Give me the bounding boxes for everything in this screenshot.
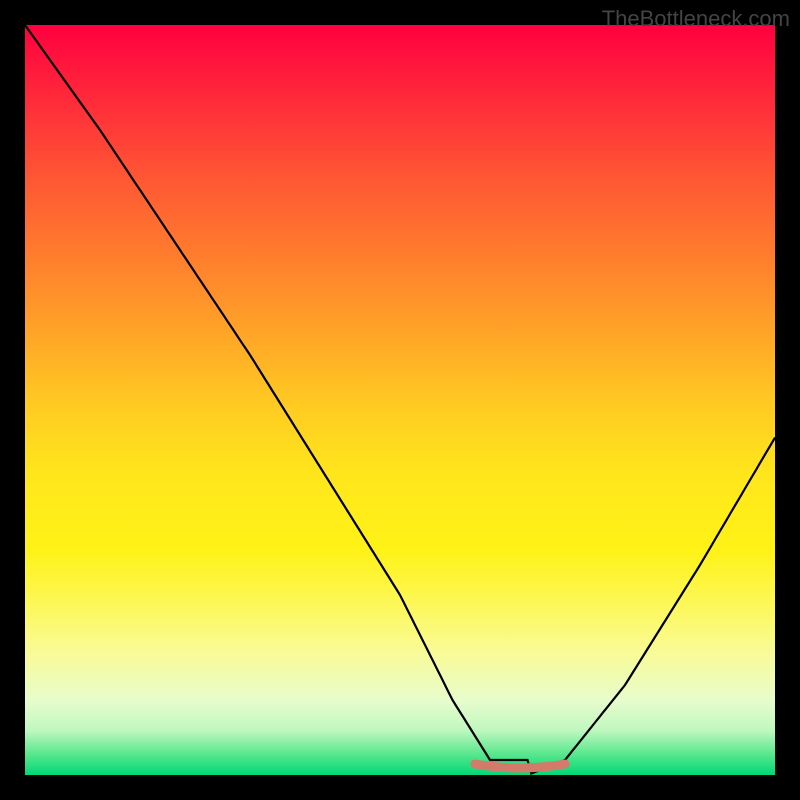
bottleneck-curve [25, 25, 775, 774]
watermark-text: TheBottleneck.com [602, 6, 790, 32]
plot-area [25, 25, 775, 775]
optimal-range-marker [475, 764, 565, 768]
chart-svg [25, 25, 775, 775]
